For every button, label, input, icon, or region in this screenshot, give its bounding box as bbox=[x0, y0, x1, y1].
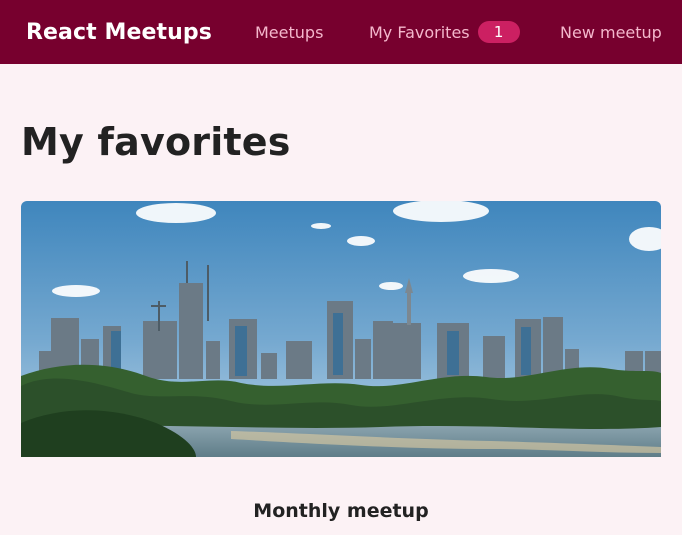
page-title: My favorites bbox=[21, 120, 291, 164]
nav-meetups-link[interactable]: Meetups bbox=[255, 0, 323, 64]
main-nav: Meetups My Favorites 1 New meetup bbox=[0, 0, 682, 64]
meetup-title: Monthly meetup bbox=[253, 500, 429, 522]
nav-new-meetup-link[interactable]: New meetup bbox=[560, 0, 662, 64]
top-header: React Meetups Meetups My Favorites 1 New… bbox=[0, 0, 682, 64]
meetup-image bbox=[21, 201, 661, 457]
nav-my-favorites-label: My Favorites bbox=[369, 22, 470, 42]
favorites-count-badge: 1 bbox=[477, 21, 520, 43]
main-content: My favorites Monthly meetup bbox=[0, 64, 682, 535]
meetup-card[interactable]: Monthly meetup bbox=[21, 201, 661, 535]
nav-my-favorites-link[interactable]: My Favorites 1 bbox=[369, 0, 520, 64]
